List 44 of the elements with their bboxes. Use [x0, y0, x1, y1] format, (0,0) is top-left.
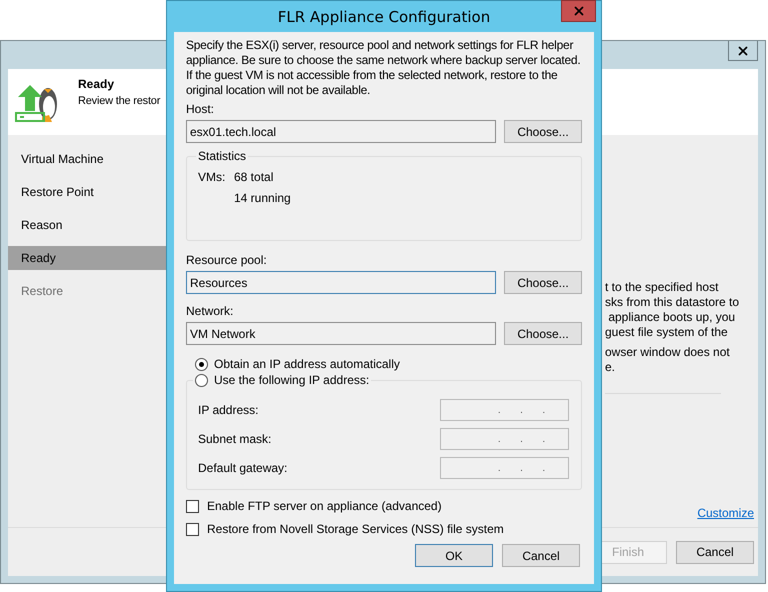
- summary-text: guest file system of the: [605, 325, 729, 340]
- stat-label: VMs:: [198, 170, 226, 185]
- group-title: Statistics: [197, 149, 248, 163]
- field-label: Subnet mask:: [198, 432, 272, 446]
- customize-link[interactable]: Customize: [697, 506, 754, 520]
- ip-field[interactable]: . . .: [440, 457, 569, 479]
- field-label: IP address:: [198, 403, 258, 417]
- text-field[interactable]: esx01.tech.local: [186, 120, 496, 143]
- field-label: Resource pool:: [186, 253, 268, 268]
- wizard-step[interactable]: Ready: [8, 246, 168, 270]
- summary-text: t to the specified host: [605, 280, 720, 295]
- text-field[interactable]: Resources: [186, 271, 496, 294]
- close-icon: [736, 44, 750, 58]
- wizard-step[interactable]: Reason: [8, 213, 168, 237]
- ip-field[interactable]: . . .: [440, 428, 569, 450]
- wizard-button[interactable]: Cancel: [676, 540, 754, 564]
- description-text: Specify the ESX(i) server, resource pool and network settings for FLR helper appliance. Be sure to choose the same network where backup server located. If the guest VM is not accessible from the selected network, restore to the original location will not be available.: [186, 38, 582, 98]
- choose-button[interactable]: Choose...: [504, 271, 582, 294]
- dialog-button[interactable]: Cancel: [502, 544, 580, 567]
- wizard-step[interactable]: Restore Point: [8, 180, 168, 204]
- field-label: Default gateway:: [198, 461, 288, 475]
- text-field[interactable]: VM Network: [186, 322, 496, 345]
- dialog-title: FLR Appliance Configuration: [278, 8, 490, 26]
- dialog-button[interactable]: OK: [415, 544, 493, 567]
- summary-text: owser window does not: [605, 345, 731, 360]
- checkbox-option[interactable]: Restore from Novell Storage Services (NSS) file system: [186, 522, 582, 536]
- radio-option[interactable]: Use the following IP address:: [195, 373, 370, 387]
- summary-text: e.: [605, 360, 616, 375]
- radio-option[interactable]: Obtain an IP address automatically: [195, 357, 582, 371]
- close-button[interactable]: [728, 41, 758, 61]
- choose-button[interactable]: Choose...: [504, 120, 582, 143]
- close-icon: [572, 4, 586, 18]
- field-label: Host:: [186, 102, 216, 117]
- header-subtitle: Review the restor: [78, 95, 160, 107]
- wizard-step[interactable]: Virtual Machine: [8, 147, 168, 171]
- stat-value: 68 total: [234, 170, 274, 185]
- header-title: Ready: [78, 77, 116, 91]
- ip-field[interactable]: . . .: [440, 399, 569, 421]
- stat-value: 14 running: [234, 191, 292, 206]
- field-label: Network:: [186, 304, 234, 319]
- choose-button[interactable]: Choose...: [504, 322, 582, 345]
- summary-text: appliance boots up, you: [607, 310, 736, 325]
- checkbox-option[interactable]: Enable FTP server on appliance (advanced): [186, 499, 582, 513]
- summary-text: sks from this datastore to: [605, 295, 740, 310]
